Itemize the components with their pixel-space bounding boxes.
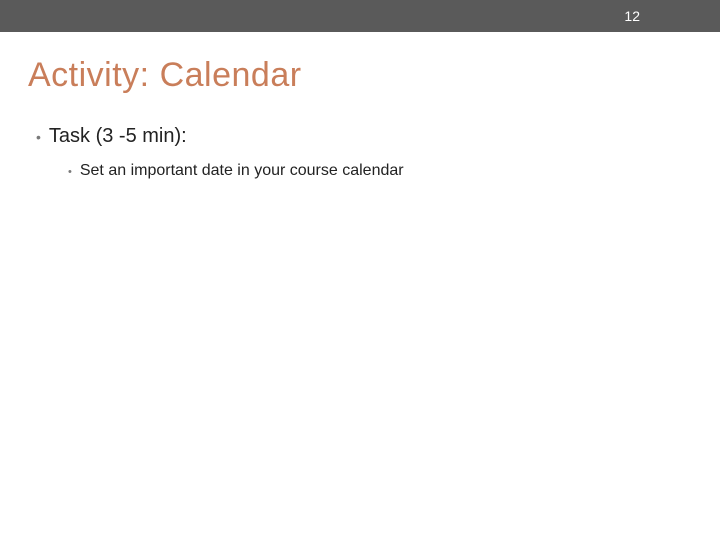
bullet-dot-icon: •: [68, 167, 72, 178]
slide-title: Activity: Calendar: [28, 56, 692, 95]
bullet-level2-text: Set an important date in your course cal…: [80, 162, 404, 180]
slide-header-bar: 12: [0, 0, 720, 32]
bullet-level1-text: Task (3 -5 min):: [49, 125, 187, 148]
bullet-level1: • Task (3 -5 min):: [36, 125, 692, 148]
slide-content: Activity: Calendar • Task (3 -5 min): • …: [0, 32, 720, 204]
bullet-dot-icon: •: [36, 130, 41, 144]
bullet-level2: • Set an important date in your course c…: [68, 162, 692, 180]
page-number: 12: [624, 8, 640, 24]
